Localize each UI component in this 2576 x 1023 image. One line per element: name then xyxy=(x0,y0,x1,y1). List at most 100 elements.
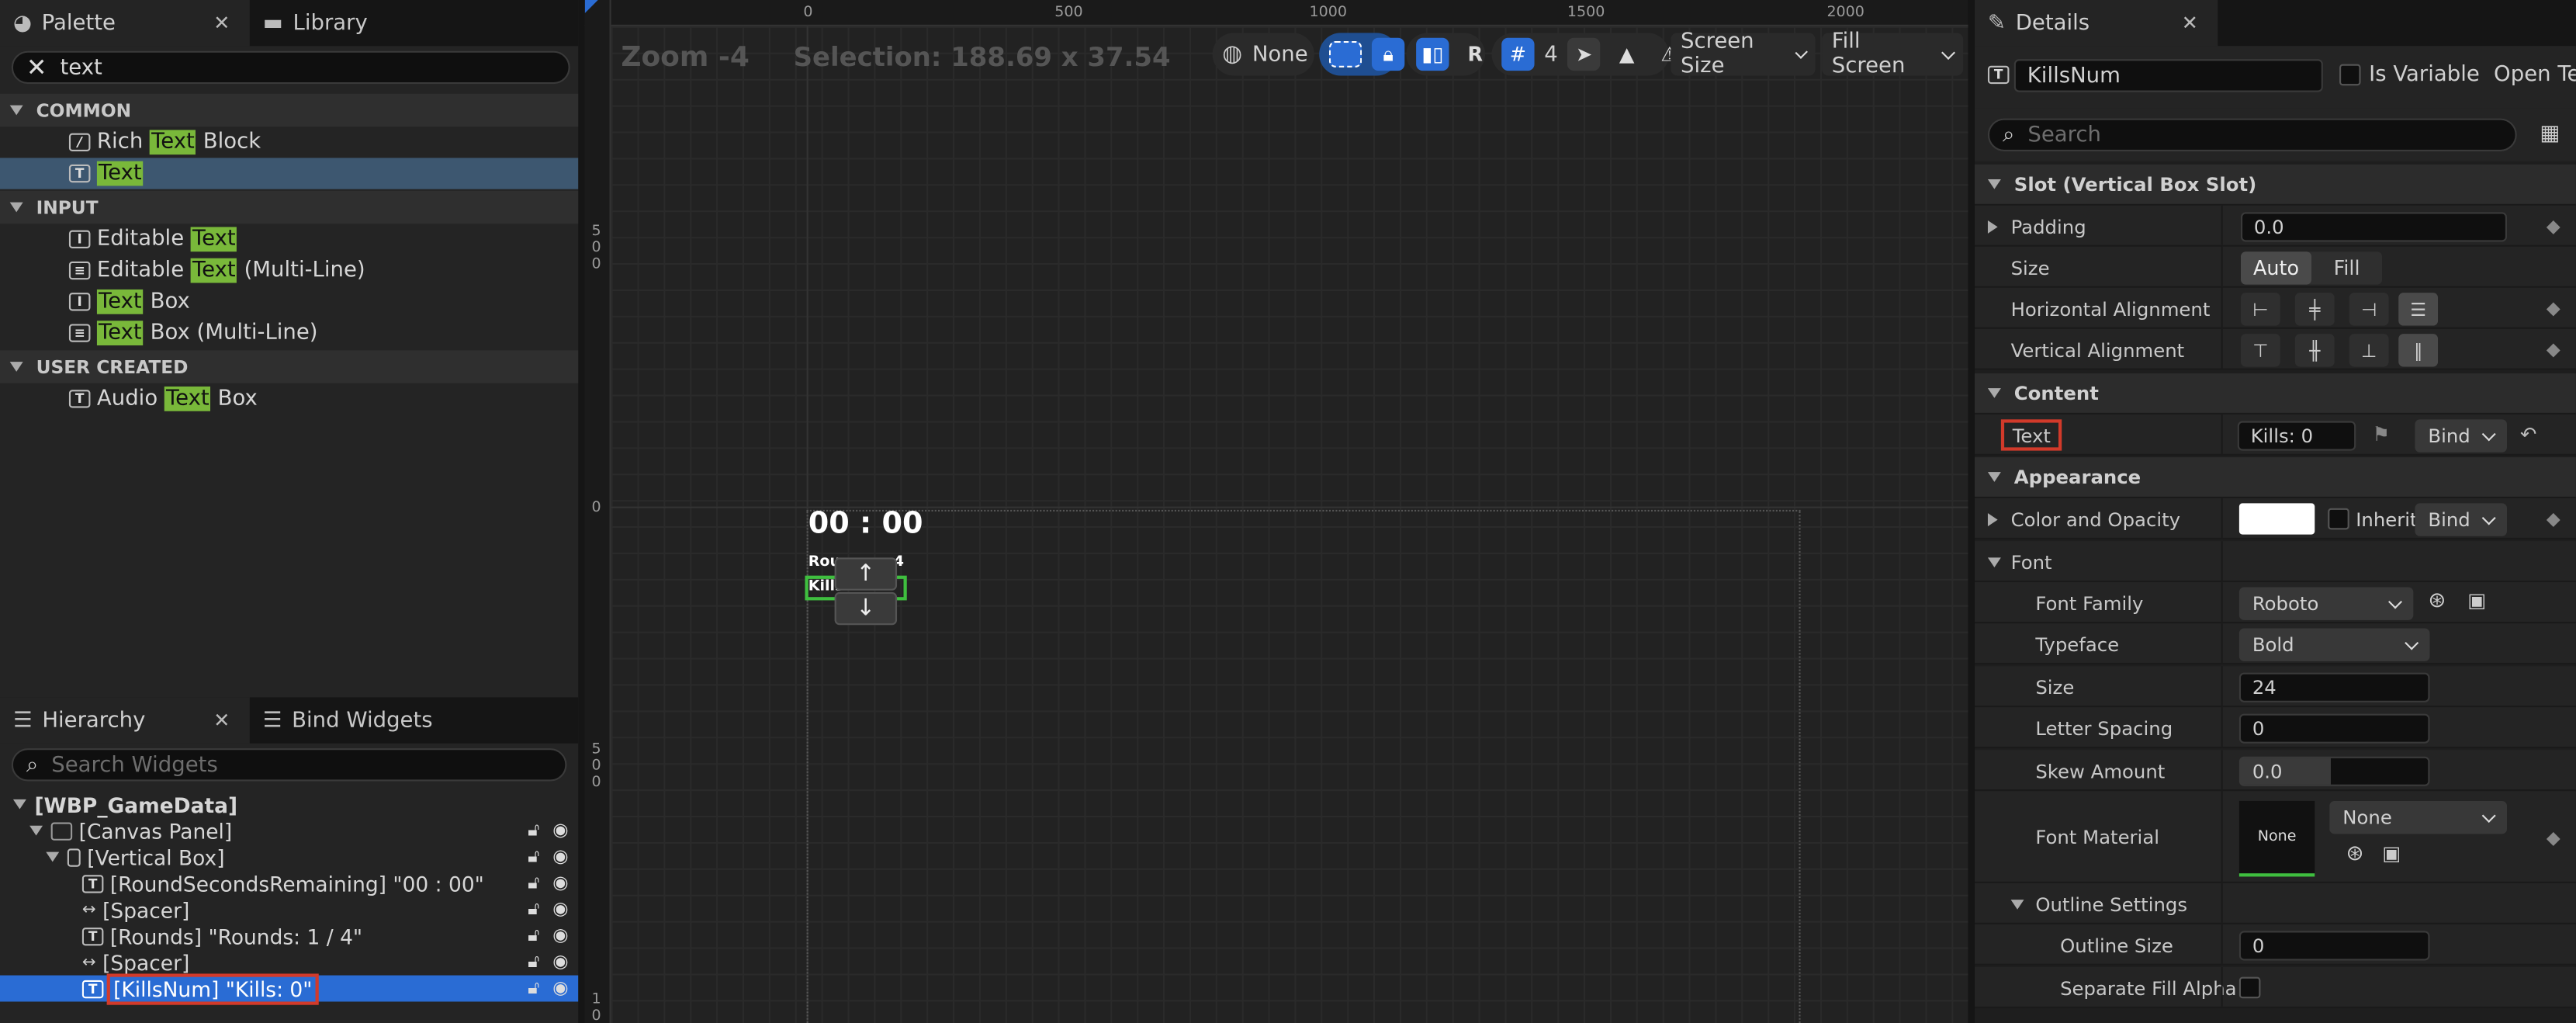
tree-item-rounds[interactable]: T [Rounds] "Rounds: 1 / 4" 🔓︎ ◉ xyxy=(0,923,578,949)
align-center-v-icon[interactable]: ╫ xyxy=(2294,334,2335,367)
eye-icon[interactable]: ◉ xyxy=(552,951,568,974)
eye-icon[interactable]: ◉ xyxy=(552,845,568,869)
tree-item-kills-num[interactable]: T [KillsNum] "Kills: 0" 🔓︎ ◉ xyxy=(0,973,579,1004)
expand-caret-icon[interactable] xyxy=(12,799,26,810)
tab-palette[interactable]: ◕ Palette ✕ xyxy=(0,0,250,47)
tree-item-root[interactable]: [WBP_GameData] xyxy=(0,791,578,817)
align-left-icon[interactable]: ⊢ xyxy=(2240,293,2280,326)
tab-library[interactable]: ▬ Library xyxy=(250,0,381,46)
fill-screen-dropdown[interactable]: Fill Screen xyxy=(1822,29,1964,79)
eye-icon[interactable]: ◉ xyxy=(552,872,568,895)
keyframe-icon[interactable]: ◆ xyxy=(2547,216,2566,238)
grid-snap-icon[interactable]: # xyxy=(1501,37,1535,71)
collapse-caret-icon[interactable] xyxy=(2010,900,2024,910)
typeface-dropdown[interactable]: Bold xyxy=(2238,628,2430,661)
eye-icon[interactable]: ◉ xyxy=(552,924,568,948)
align-top-icon[interactable]: ⊤ xyxy=(2240,334,2280,367)
eye-icon[interactable]: ◉ xyxy=(552,898,568,921)
tree-item-vertical-box[interactable]: [Vertical Box] 🔓︎ ◉ xyxy=(0,844,578,870)
text-value-field[interactable]: Kills: 0 xyxy=(2237,421,2356,451)
expand-caret-icon[interactable] xyxy=(46,851,60,862)
widget-time-text[interactable]: 00 : 00 xyxy=(808,507,923,541)
grid-snap-value[interactable]: 4 xyxy=(1544,42,1558,67)
eye-icon[interactable]: ◉ xyxy=(552,819,568,842)
hierarchy-search-input[interactable] xyxy=(51,752,552,778)
screen-size-dropdown[interactable]: Screen Size xyxy=(1671,29,1816,79)
keyframe-icon[interactable]: ◆ xyxy=(2547,827,2566,849)
font-material-dropdown[interactable]: None xyxy=(2329,800,2507,834)
color-swatch[interactable] xyxy=(2238,503,2315,535)
widget-name-field[interactable]: KillsNum xyxy=(2013,59,2323,92)
expand-caret-icon[interactable] xyxy=(29,825,43,836)
tab-details[interactable]: ✎ Details ✕ xyxy=(1974,0,2218,47)
is-variable-checkbox[interactable] xyxy=(2339,64,2361,86)
collapse-caret-icon[interactable] xyxy=(1987,557,2001,568)
image-icon[interactable]: ▲ xyxy=(1611,38,1643,71)
palette-item-text-box-multiline[interactable]: ≡ Text Box (Multi-Line) xyxy=(0,317,578,349)
browse-icon[interactable]: ⊛ xyxy=(2346,842,2364,867)
tree-item-spacer-1[interactable]: ↔ [Spacer] 🔓︎ ◉ xyxy=(0,896,578,923)
respect-locks-icon[interactable]: ▮▯ xyxy=(1416,37,1449,71)
lock-icon[interactable]: 🔓︎ xyxy=(528,898,539,921)
tree-item-spacer-2[interactable]: ↔ [Spacer] 🔓︎ ◉ xyxy=(0,949,578,976)
text-bind-dropdown[interactable]: Bind xyxy=(2415,419,2507,453)
category-input[interactable]: INPUT xyxy=(0,190,579,224)
tab-hierarchy[interactable]: ☰ Hierarchy ✕ xyxy=(0,697,250,744)
align-center-h-icon[interactable]: ╪ xyxy=(2294,293,2335,326)
move-down-button[interactable]: ↓ xyxy=(834,591,898,626)
lock-icon[interactable]: 🔓︎ xyxy=(528,924,539,948)
lock-icon[interactable]: 🔓︎ xyxy=(528,951,539,974)
font-family-dropdown[interactable]: Roboto xyxy=(2238,587,2414,620)
lock-icon[interactable]: 🔓︎ xyxy=(528,845,539,869)
align-fill-v-icon[interactable]: ∥ xyxy=(2398,334,2439,367)
align-right-icon[interactable]: ⊣ xyxy=(2349,293,2389,326)
size-auto-button[interactable]: Auto xyxy=(2240,251,2312,285)
align-bottom-icon[interactable]: ⊥ xyxy=(2349,334,2389,367)
lock-icon[interactable]: 🔓︎ xyxy=(528,872,539,895)
expand-caret-icon[interactable] xyxy=(1987,220,1998,234)
details-search-input[interactable] xyxy=(2027,122,2502,147)
lock-icon[interactable]: 🔓︎ xyxy=(528,977,539,1000)
folder-icon[interactable]: ▣ xyxy=(2382,842,2401,865)
font-material-thumbnail[interactable]: None xyxy=(2238,800,2315,877)
palette-item-text[interactable]: T Text xyxy=(0,158,579,189)
palette-item-rich-text-block[interactable]: / Rich Text Block xyxy=(0,127,578,158)
size-fill-button[interactable]: Fill xyxy=(2311,251,2382,284)
inherit-checkbox[interactable] xyxy=(2328,508,2349,530)
open-text-link[interactable]: Open Tex xyxy=(2494,63,2576,88)
r-button[interactable]: R xyxy=(1459,38,1491,71)
table-view-icon[interactable]: ▦ xyxy=(2540,122,2560,147)
align-fill-h-icon[interactable]: ☰ xyxy=(2398,293,2439,326)
tab-bind-widgets[interactable]: ☰ Bind Widgets xyxy=(250,697,446,743)
cursor-icon[interactable]: ➤ xyxy=(1567,37,1601,71)
close-icon[interactable]: ✕ xyxy=(2175,12,2204,35)
category-common[interactable]: COMMON xyxy=(0,93,579,127)
tree-item-canvas-panel[interactable]: [Canvas Panel] 🔓︎ ◉ xyxy=(0,817,578,844)
designer-viewport[interactable]: 0 500 1000 1500 2000 500 0 500 1 0 Zoom … xyxy=(584,0,1968,1023)
keyframe-icon[interactable]: ◆ xyxy=(2547,298,2566,320)
keyframe-icon[interactable]: ◆ xyxy=(2547,339,2566,361)
localization-flag-icon[interactable]: ⚑ xyxy=(2372,423,2390,446)
tree-item-round-seconds[interactable]: T [RoundSecondsRemaining] "00 : 00" 🔓︎ ◉ xyxy=(0,870,578,896)
keyframe-icon[interactable]: ◆ xyxy=(2547,508,2566,530)
font-size-field[interactable]: 24 xyxy=(2238,672,2430,702)
select-marquee-icon[interactable] xyxy=(1328,40,1362,68)
reset-icon[interactable]: ↶ xyxy=(2520,423,2536,446)
padding-field[interactable]: 0.0 xyxy=(2240,212,2507,242)
move-up-button[interactable]: ↑ xyxy=(834,557,898,591)
letter-spacing-field[interactable]: 0 xyxy=(2238,713,2430,744)
palette-item-text-box[interactable]: I Text Box xyxy=(0,286,578,317)
close-icon[interactable]: ✕ xyxy=(207,709,237,732)
eye-icon[interactable]: ◉ xyxy=(552,977,568,1000)
folder-icon[interactable]: ▣ xyxy=(2467,589,2486,612)
category-user-created[interactable]: USER CREATED xyxy=(0,350,579,383)
section-slot[interactable]: Slot (Vertical Box Slot) xyxy=(1974,164,2576,206)
palette-item-editable-text[interactable]: I Editable Text xyxy=(0,224,578,255)
none-label[interactable]: None xyxy=(1252,42,1308,67)
skew-field[interactable]: 0.0 xyxy=(2238,756,2430,786)
outline-size-field[interactable]: 0 xyxy=(2238,931,2430,961)
palette-item-audio-text-box[interactable]: T Audio Text Box xyxy=(0,383,578,414)
lock-icon[interactable]: 🔒︎ xyxy=(1371,37,1405,71)
section-appearance[interactable]: Appearance xyxy=(1974,457,2576,499)
lock-icon[interactable]: 🔓︎ xyxy=(528,819,539,842)
